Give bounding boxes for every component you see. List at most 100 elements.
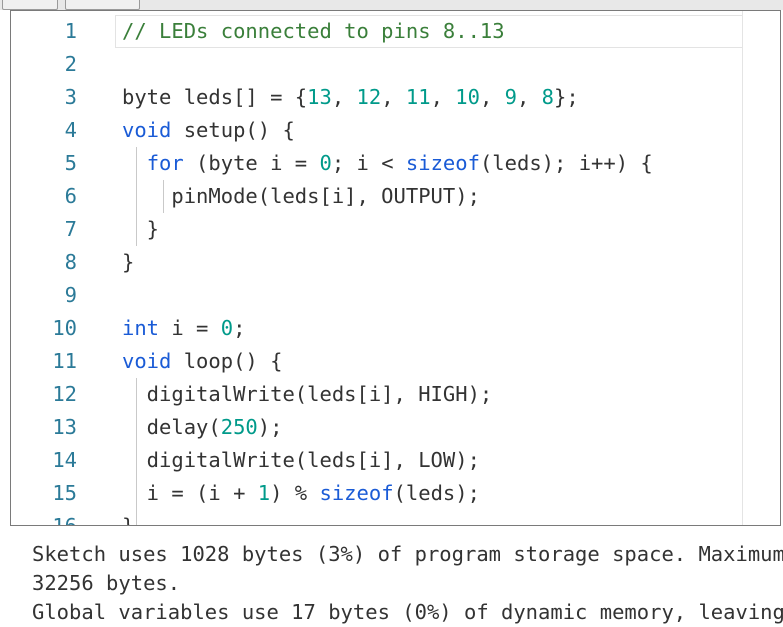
code-line[interactable]: 10 int i = 0; xyxy=(11,312,751,345)
code-text: for (byte i = 0; i < sizeof(leds); i++) … xyxy=(122,147,653,180)
line-number: 14 xyxy=(52,448,77,472)
console-line: 32256 bytes. xyxy=(32,571,181,595)
toolbar xyxy=(0,0,783,10)
code-line[interactable]: 11 void loop() { xyxy=(11,345,751,378)
code-token: digitalWrite(leds[i], HIGH); xyxy=(122,382,493,406)
line-number: 10 xyxy=(52,316,77,340)
code-text: // LEDs connected to pins 8..13 xyxy=(122,15,505,48)
line-number: 8 xyxy=(64,250,77,274)
code-token: } xyxy=(122,217,160,241)
code-text: int i = 0; xyxy=(122,312,245,345)
number-token: 1 xyxy=(257,481,271,505)
code-editor[interactable]: 1 // LEDs connected to pins 8..13 2 3 byte l… xyxy=(10,10,781,526)
indent-guide xyxy=(136,378,137,525)
line-number: 5 xyxy=(64,151,77,175)
line-number: 3 xyxy=(64,85,77,109)
code-token: i = (i + xyxy=(122,481,258,505)
number-token: 13 xyxy=(307,85,332,109)
code-token: (byte i = xyxy=(183,151,320,175)
toolbar-button-verify[interactable] xyxy=(2,0,58,10)
code-token: pinMode(leds[i], OUTPUT); xyxy=(122,184,480,208)
code-token: byte leds[] = { xyxy=(122,85,308,109)
line-number: 4 xyxy=(64,118,77,142)
number-token: 10 xyxy=(455,85,480,109)
line-number: 9 xyxy=(64,283,77,307)
code-line[interactable]: 4 void setup() { xyxy=(11,114,751,147)
number-token: 9 xyxy=(504,85,517,109)
code-text: i = (i + 1) % sizeof(leds); xyxy=(122,477,480,510)
code-token: ; xyxy=(233,316,246,340)
code-text: } xyxy=(122,213,159,246)
code-token: ); xyxy=(257,415,283,439)
line-number: 1 xyxy=(64,19,77,43)
code-text: void setup() { xyxy=(122,114,295,147)
toolbar-button-upload[interactable] xyxy=(65,0,140,10)
code-token: , xyxy=(479,85,505,109)
console-line: Sketch uses 1028 bytes (3%) of program s… xyxy=(32,542,783,566)
code-token: , xyxy=(516,85,542,109)
code-token: digitalWrite(leds[i], LOW); xyxy=(122,448,480,472)
keyword-token: int xyxy=(122,316,160,340)
code-text: pinMode(leds[i], OUTPUT); xyxy=(122,180,480,213)
number-token: 12 xyxy=(356,85,382,109)
code-token: } xyxy=(122,250,135,274)
code-line[interactable]: 1 // LEDs connected to pins 8..13 xyxy=(11,15,751,48)
code-token: , xyxy=(331,85,357,109)
line-number: 15 xyxy=(52,481,77,505)
keyword-token: sizeof xyxy=(319,481,394,505)
number-token: 11 xyxy=(405,85,431,109)
keyword-token: sizeof xyxy=(405,151,480,175)
indent-guide xyxy=(136,147,137,246)
code-token: } xyxy=(122,514,135,526)
code-line[interactable]: 12 digitalWrite(leds[i], HIGH); xyxy=(11,378,751,411)
code-token: , xyxy=(381,85,406,109)
console-line: Global variables use 17 bytes (0%) of dy… xyxy=(32,600,783,624)
code-token: i = xyxy=(159,316,221,340)
line-number: 2 xyxy=(64,52,77,76)
number-token: 0 xyxy=(220,316,234,340)
keyword-token: void xyxy=(122,118,172,142)
code-line[interactable]: 14 digitalWrite(leds[i], LOW); xyxy=(11,444,751,477)
output-console: Sketch uses 1028 bytes (3%) of program s… xyxy=(0,526,783,624)
line-number: 16 xyxy=(52,514,77,526)
code-line[interactable]: 7 } xyxy=(11,213,751,246)
code-token: , xyxy=(430,85,456,109)
code-line[interactable]: 9 xyxy=(11,279,751,312)
code-text: } xyxy=(122,246,134,279)
code-text: byte leds[] = {13, 12, 11, 10, 9, 8}; xyxy=(122,81,579,114)
code-text: void loop() { xyxy=(122,345,282,378)
line-number: 13 xyxy=(52,415,77,439)
line-number: 12 xyxy=(52,382,77,406)
line-number: 11 xyxy=(52,349,77,373)
code-line[interactable]: 13 delay(250); xyxy=(11,411,751,444)
indent-guide xyxy=(163,180,164,213)
code-line[interactable]: 2 xyxy=(11,48,751,81)
code-text: digitalWrite(leds[i], LOW); xyxy=(122,444,480,477)
code-text: delay(250); xyxy=(122,411,283,444)
code-token: setup() { xyxy=(171,118,295,142)
code-token: (leds); i++) { xyxy=(479,151,653,175)
code-line[interactable]: 16} xyxy=(11,510,751,526)
code-line[interactable]: 5 for (byte i = 0; i < sizeof(leds); i++… xyxy=(11,147,751,180)
code-token: loop() { xyxy=(171,349,283,373)
number-token: 0 xyxy=(319,151,332,175)
code-text: } xyxy=(122,510,135,526)
keyword-token: void xyxy=(122,349,172,373)
code-line[interactable]: 3 byte leds[] = {13, 12, 11, 10, 9, 8}; xyxy=(11,81,751,114)
code-line[interactable]: 8} xyxy=(11,246,751,279)
code-line[interactable]: 6 pinMode(leds[i], OUTPUT); xyxy=(11,180,751,213)
code-token: }; xyxy=(554,85,579,109)
number-token: 8 xyxy=(541,85,555,109)
keyword-token: for xyxy=(146,151,184,175)
code-token: ) % xyxy=(270,481,320,505)
comment-token: // LEDs connected to pins 8..13 xyxy=(122,19,505,43)
line-number: 7 xyxy=(64,217,77,241)
code-token: ; i < xyxy=(331,151,406,175)
code-line[interactable]: 15 i = (i + 1) % sizeof(leds); xyxy=(11,477,751,510)
code-text: digitalWrite(leds[i], HIGH); xyxy=(122,378,493,411)
line-number: 6 xyxy=(64,184,77,208)
code-token: (leds); xyxy=(393,481,480,505)
number-token: 250 xyxy=(220,415,258,439)
editor-scrollbar[interactable] xyxy=(742,11,780,525)
